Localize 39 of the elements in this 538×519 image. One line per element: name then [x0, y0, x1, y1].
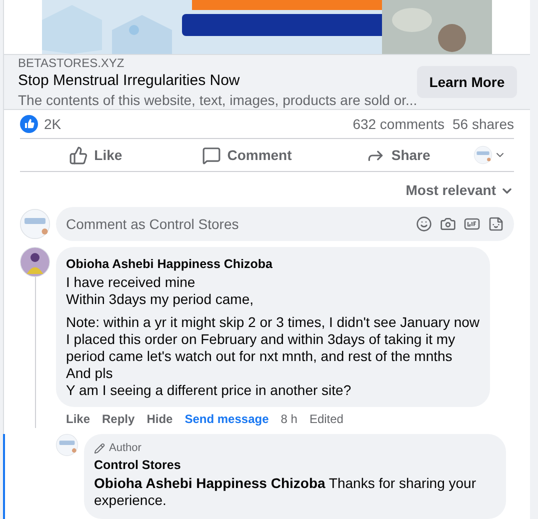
comment-text: Y am I seeing a different price in another site?: [66, 382, 352, 399]
comment-text: Note: within a yr it might skip 2 or 3 times, I didn't see January now I placed this order on February and within 3days of taking it my period came let's watch out for nxt mnth, and rest of the mnths: [66, 314, 480, 365]
edited-label: Edited: [309, 410, 344, 428]
sticker-icon[interactable]: [488, 216, 504, 232]
like-button[interactable]: Like: [20, 139, 172, 171]
avatar-icon: [20, 247, 50, 277]
gif-icon[interactable]: [464, 216, 480, 232]
comment-action-link[interactable]: Reply: [102, 410, 135, 428]
comment-text: I have received mine: [66, 274, 196, 291]
link-description: The contents of this website, text, images, products are sold or...: [18, 91, 418, 109]
avatar-icon: [20, 209, 50, 239]
send-message-link[interactable]: Send message: [184, 410, 269, 428]
camera-icon[interactable]: [440, 216, 456, 232]
comment-author[interactable]: Obioha Ashebi Happiness Chizoba: [66, 255, 480, 274]
link-domain: BETASTORES.XYZ: [18, 55, 126, 71]
sort-dropdown[interactable]: Most relevant: [406, 180, 514, 201]
comment-action-link[interactable]: Like: [66, 410, 90, 428]
speech-bubble-icon: [202, 146, 222, 164]
reaction-count[interactable]: 2K: [44, 114, 62, 134]
like-reaction-icon: [20, 115, 38, 133]
thumbs-up-icon: [69, 146, 88, 164]
author-label: Author: [109, 440, 142, 456]
comment-button[interactable]: Comment: [171, 139, 323, 171]
comment-count[interactable]: 632 comments: [352, 114, 445, 134]
comment-field[interactable]: Comment as Control Stores: [56, 207, 514, 241]
pencil-icon: [94, 442, 105, 454]
reply-text: Obioha Ashebi Happiness Chizoba Thanks for sharing your experience.: [94, 475, 478, 509]
link-headline[interactable]: Stop Menstrual Irregularities Now: [18, 71, 418, 91]
emoji-icon[interactable]: [416, 216, 432, 232]
comment-time[interactable]: 8 h: [280, 410, 298, 428]
comment-text: And pls: [66, 364, 114, 382]
avatar-icon: [56, 434, 78, 456]
comment-text: Within 3days my period came,: [66, 290, 255, 308]
share-button[interactable]: Share: [322, 139, 474, 171]
learn-more-button[interactable]: Learn More: [417, 66, 517, 98]
reply-author[interactable]: Control Stores: [94, 456, 496, 475]
avatar-icon: [474, 146, 492, 164]
share-count[interactable]: 56 shares: [452, 114, 514, 134]
comment-action-link[interactable]: Hide: [146, 410, 173, 428]
